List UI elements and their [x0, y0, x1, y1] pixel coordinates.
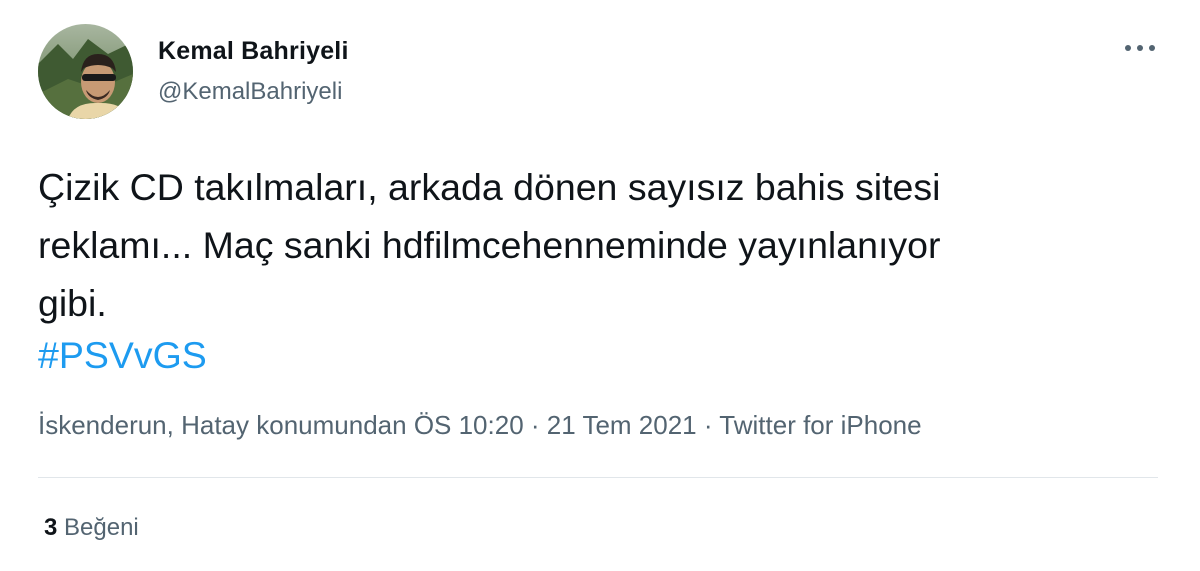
tweet-location[interactable]: İskenderun, Hatay konumundan — [38, 410, 407, 440]
tweet-source[interactable]: Twitter for iPhone — [719, 410, 921, 440]
avatar[interactable] — [38, 24, 133, 119]
author-handle[interactable]: @KemalBahriyeli — [158, 78, 342, 106]
more-options-button[interactable] — [1118, 30, 1162, 66]
likes-stat[interactable]: 3 Beğeni — [44, 514, 139, 542]
tweet-metadata: İskenderun, Hatay konumundan ÖS 10:20 · … — [38, 410, 922, 441]
hashtag-link[interactable]: #PSVvGS — [38, 332, 207, 378]
divider — [38, 477, 1158, 478]
tweet-date[interactable]: 21 Tem 2021 — [547, 410, 697, 440]
tweet-card: Kemal Bahriyeli @KemalBahriyeli Çizik CD… — [0, 0, 1200, 571]
likes-label: Beğeni — [64, 514, 139, 541]
meta-separator: · — [523, 410, 547, 440]
author-display-name[interactable]: Kemal Bahriyeli — [158, 37, 349, 66]
more-horizontal-icon — [1125, 45, 1155, 51]
tweet-text: Çizik CD takılmaları, arkada dönen sayıs… — [38, 166, 941, 324]
meta-separator: · — [696, 410, 720, 440]
tweet-time[interactable]: ÖS 10:20 — [414, 410, 524, 440]
profile-photo — [38, 24, 133, 119]
likes-count: 3 — [44, 514, 58, 541]
